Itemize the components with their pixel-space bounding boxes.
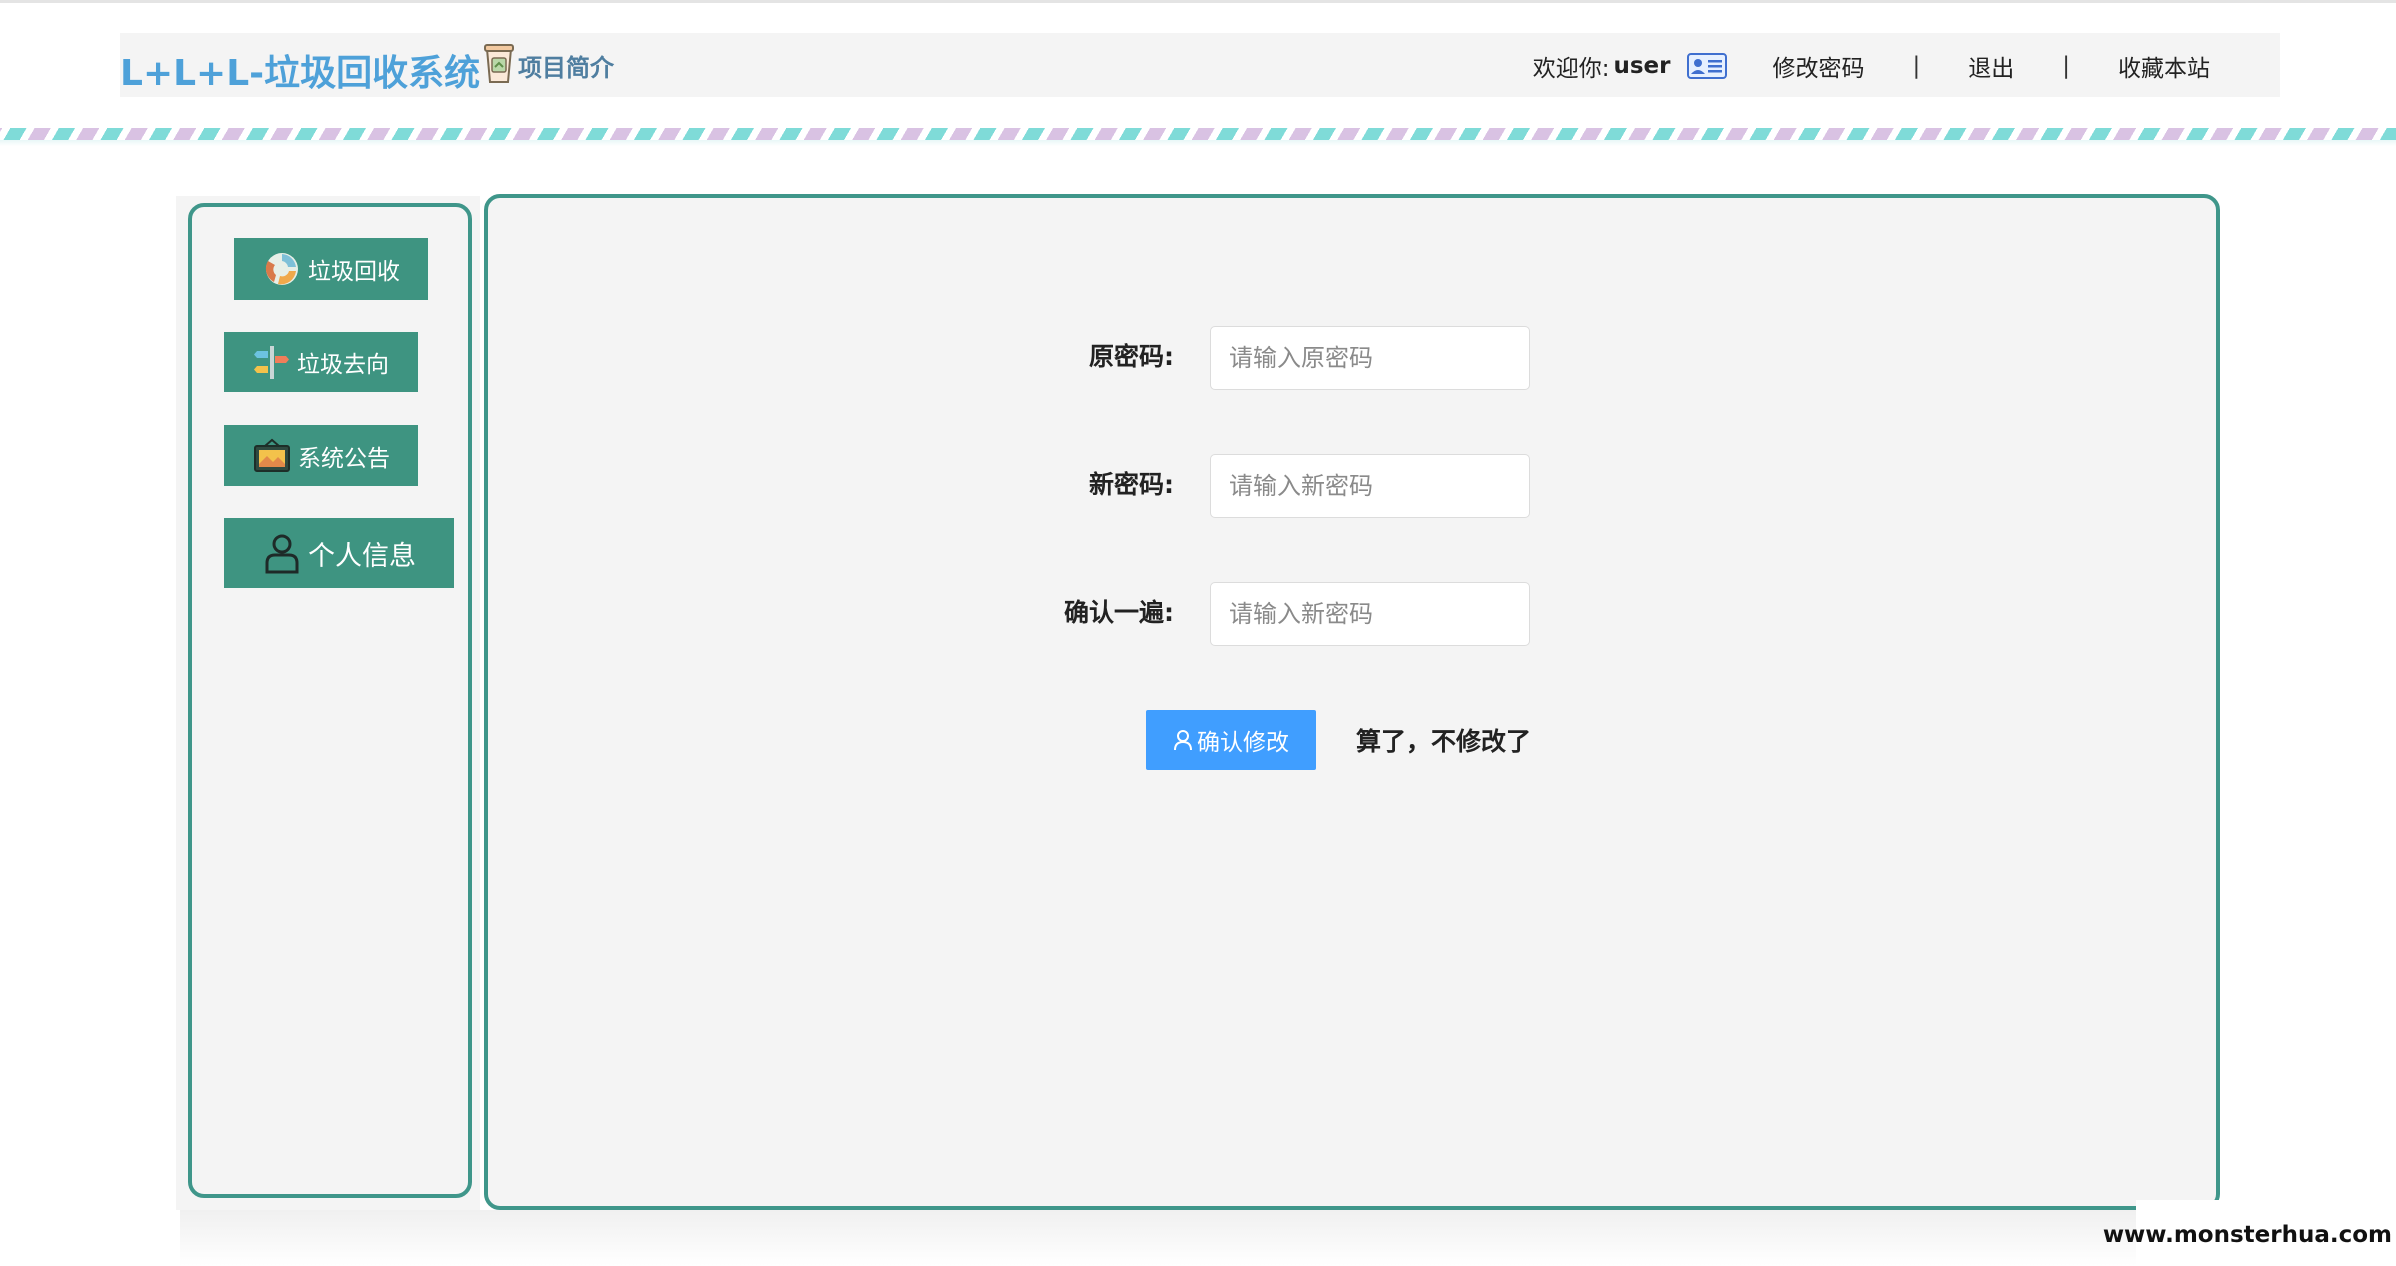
separator: |	[1912, 53, 1921, 79]
project-intro-label: 项目简介	[518, 53, 614, 82]
sidebar-item-profile[interactable]: 个人信息	[224, 518, 454, 588]
watermark: www.monsterhua.com	[2102, 1222, 2392, 1248]
signpost-icon	[254, 346, 289, 379]
separator: |	[2062, 53, 2070, 79]
logout-link[interactable]: 退出	[1968, 49, 2014, 83]
new-password-field[interactable]	[1210, 454, 1530, 518]
site-title: L+L+L-垃圾回收系统	[120, 53, 481, 94]
confirm-password-label: 确认一遍:	[1064, 598, 1174, 627]
bookmark-link[interactable]: 收藏本站	[2118, 49, 2210, 83]
sidebar-item-label: 系统公告	[298, 445, 390, 472]
confirm-change-button[interactable]: 确认修改	[1146, 710, 1316, 770]
decorative-stripe	[0, 128, 2396, 140]
id-card-icon[interactable]	[1686, 53, 1727, 79]
header-bar: L+L+L-垃圾回收系统 项目简介 欢迎你: user 修改密码 | 退出 | …	[120, 33, 2280, 97]
sidebar-item-label: 个人信息	[308, 540, 416, 572]
sidebar-item-garbage-destination[interactable]: 垃圾去向	[224, 332, 418, 392]
change-password-link[interactable]: 修改密码	[1773, 49, 1865, 83]
sidebar-item-garbage-recycle[interactable]: 垃圾回收	[234, 238, 428, 300]
sidebar-item-announcements[interactable]: 系统公告	[224, 425, 418, 486]
cup-icon	[484, 44, 514, 83]
new-password-label: 新密码:	[1089, 470, 1174, 499]
stripe-shadow	[0, 140, 2396, 146]
confirm-change-label: 确认修改	[1197, 730, 1289, 756]
project-intro-link[interactable]: 项目简介	[482, 42, 614, 84]
announcement-icon	[254, 438, 290, 472]
sidebar-item-label: 垃圾回收	[308, 259, 400, 285]
old-password-field[interactable]	[1210, 326, 1530, 390]
user-icon	[265, 534, 299, 574]
recycle-icon	[265, 253, 298, 285]
user-outline-icon	[1174, 730, 1192, 751]
old-password-label: 原密码:	[1089, 342, 1174, 371]
bottom-shadow	[180, 1210, 2140, 1266]
top-border	[0, 0, 2396, 3]
user-area: 欢迎你: user 修改密码 | 退出 | 收藏本站	[1533, 49, 2210, 83]
confirm-password-field[interactable]	[1210, 582, 1530, 646]
username: user	[1613, 53, 1671, 79]
cancel-link[interactable]: 算了，不修改了	[1356, 722, 1531, 758]
sidebar-item-label: 垃圾去向	[297, 352, 389, 378]
welcome-label: 欢迎你:	[1532, 56, 1610, 82]
